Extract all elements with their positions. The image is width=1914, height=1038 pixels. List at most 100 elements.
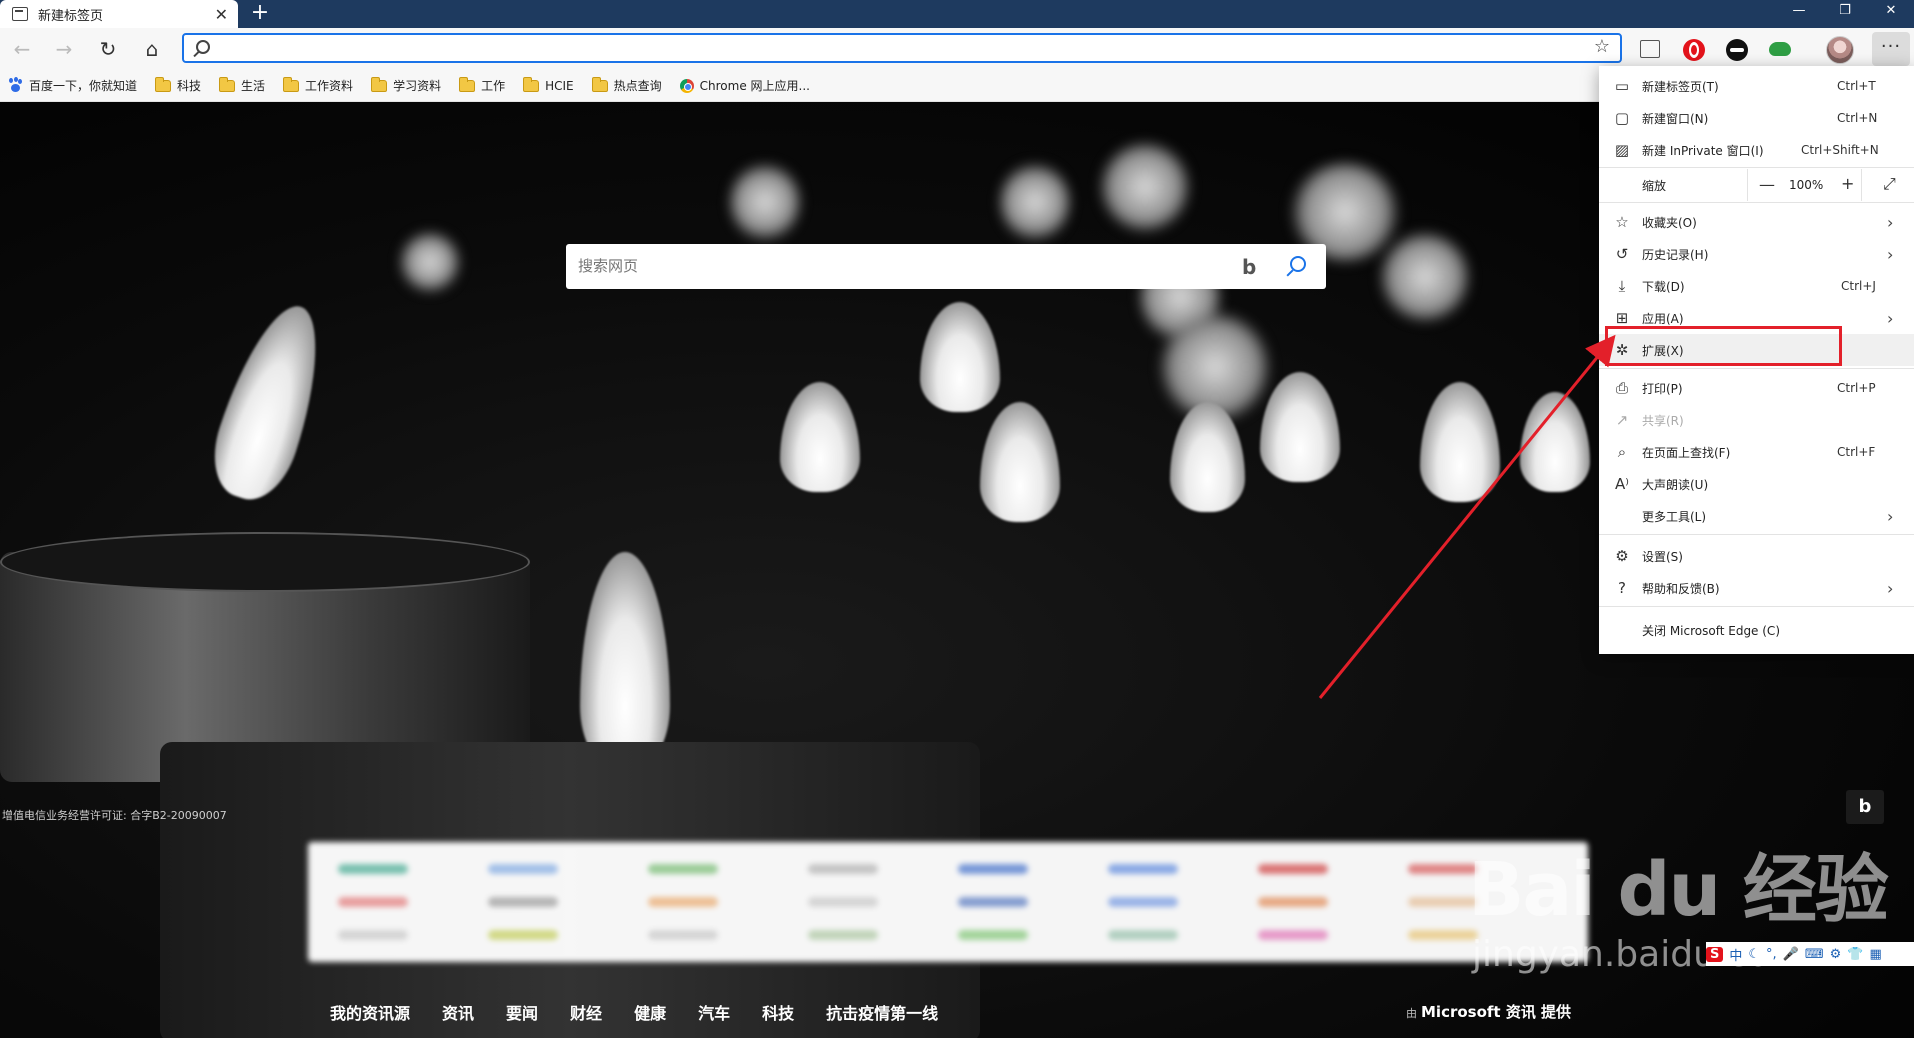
menu-new-window[interactable]: ▢ 新建窗口(N) Ctrl+N: [1599, 102, 1914, 134]
quick-link[interactable]: [338, 864, 408, 874]
news-tab-covid[interactable]: 抗击疫情第一线: [826, 1000, 938, 1024]
quick-link[interactable]: [488, 864, 558, 874]
new-window-icon: ▢: [1614, 109, 1630, 127]
favorite-star-icon[interactable]: ☆: [1594, 36, 1610, 57]
ime-mode-chinese[interactable]: 中: [1729, 945, 1742, 964]
news-tab-top[interactable]: 要闻: [506, 1000, 538, 1024]
menu-read-aloud[interactable]: A⁾ 大声朗读(U): [1599, 468, 1914, 500]
bookmark-folder-shenghuo[interactable]: 生活: [219, 76, 265, 94]
quick-link[interactable]: [958, 864, 1028, 874]
web-search-input[interactable]: [578, 255, 1218, 277]
microphone-icon[interactable]: 🎤: [1783, 947, 1799, 962]
search-icon: [196, 40, 210, 54]
restore-button[interactable]: ❐: [1822, 0, 1868, 28]
extension-green-icon[interactable]: [1769, 42, 1791, 56]
moon-icon[interactable]: ☾: [1748, 947, 1760, 962]
quick-link[interactable]: [648, 864, 718, 874]
folder-icon: [371, 76, 388, 92]
news-tab-tech[interactable]: 科技: [762, 1000, 794, 1024]
candle-flame: [201, 294, 339, 510]
menu-more-tools[interactable]: 更多工具(L) ›: [1599, 500, 1914, 532]
new-tab-icon: ▭: [1614, 77, 1630, 95]
quick-link[interactable]: [648, 897, 718, 907]
bookmark-folder-keji[interactable]: 科技: [155, 76, 201, 94]
new-tab-button[interactable]: +: [248, 1, 272, 25]
bookmark-folder-redian[interactable]: 热点查询: [591, 76, 662, 94]
menu-new-inprivate[interactable]: ▨ 新建 InPrivate 窗口(I) Ctrl+Shift+N: [1599, 134, 1914, 166]
quick-link[interactable]: [1108, 864, 1178, 874]
menu-find-on-page[interactable]: ⌕ 在页面上查找(F) Ctrl+F: [1599, 436, 1914, 468]
tab-new-tab[interactable]: 新建标签页 ✕: [0, 0, 238, 28]
menu-downloads[interactable]: ⤓ 下载(D) Ctrl+J: [1599, 270, 1914, 302]
news-tab-health[interactable]: 健康: [634, 1000, 666, 1024]
help-icon: ?: [1618, 579, 1626, 597]
zoom-divider: [1747, 169, 1748, 201]
bing-corner-button[interactable]: b: [1846, 790, 1884, 824]
menu-close-edge[interactable]: 关闭 Microsoft Edge (C): [1599, 614, 1914, 646]
share-icon: ↗: [1615, 411, 1629, 429]
settings-and-more-button[interactable]: ···: [1872, 32, 1910, 66]
back-button[interactable]: ←: [8, 36, 36, 64]
quick-link[interactable]: [958, 930, 1028, 940]
bookmark-chrome-store[interactable]: Chrome 网上应用...: [679, 77, 810, 94]
quick-link[interactable]: [1108, 897, 1178, 907]
minimize-button[interactable]: —: [1776, 0, 1822, 28]
quick-link[interactable]: [958, 897, 1028, 907]
menu-history[interactable]: ↺ 历史记录(H) ›: [1599, 238, 1914, 270]
bookmark-folder-xuexiziliao[interactable]: 学习资料: [371, 76, 441, 94]
punctuation-icon[interactable]: °,: [1766, 947, 1777, 962]
quick-link[interactable]: [808, 897, 878, 907]
quick-link[interactable]: [488, 930, 558, 940]
web-search-box[interactable]: b: [566, 244, 1326, 289]
browser-toolbar: ← → ↻ ⌂ ☆ ···: [0, 28, 1914, 70]
news-tab-my-feed[interactable]: 我的资讯源: [330, 1000, 410, 1024]
keyboard-icon[interactable]: ⌨: [1805, 947, 1824, 962]
quick-link[interactable]: [338, 897, 408, 907]
close-window-button[interactable]: ✕: [1868, 0, 1914, 28]
quick-link[interactable]: [1258, 897, 1328, 907]
news-tab-news[interactable]: 资讯: [442, 1000, 474, 1024]
quick-links-panel[interactable]: [308, 842, 1588, 962]
bookmark-folder-gongzuoziliao[interactable]: 工作资料: [283, 76, 353, 94]
menu-new-tab[interactable]: ▭ 新建标签页(T) Ctrl+T: [1599, 70, 1914, 102]
extension-black-icon[interactable]: [1726, 39, 1748, 61]
menu-favorites[interactable]: ☆ 收藏夹(O) ›: [1599, 206, 1914, 238]
search-button[interactable]: [1284, 255, 1306, 277]
forward-button[interactable]: →: [50, 36, 78, 64]
quick-link[interactable]: [1258, 864, 1328, 874]
toolbox-icon[interactable]: ▦: [1869, 947, 1881, 962]
address-bar[interactable]: ☆: [182, 33, 1622, 63]
skin-icon[interactable]: 👕: [1847, 947, 1863, 962]
address-input[interactable]: [222, 37, 1562, 59]
quick-link[interactable]: [808, 864, 878, 874]
menu-print[interactable]: ⎙ 打印(P) Ctrl+P: [1599, 372, 1914, 404]
news-tab-auto[interactable]: 汽车: [698, 1000, 730, 1024]
favorites-icon: ☆: [1615, 213, 1629, 231]
ime-settings-icon[interactable]: ⚙: [1830, 947, 1842, 962]
menu-settings[interactable]: ⚙ 设置(S): [1599, 540, 1914, 572]
zoom-in-button[interactable]: +: [1841, 174, 1854, 193]
quick-link[interactable]: [338, 930, 408, 940]
bokeh-light: [730, 162, 800, 242]
zoom-out-button[interactable]: —: [1759, 175, 1775, 194]
apps-icon: ⊞: [1615, 309, 1629, 327]
home-button[interactable]: ⌂: [138, 36, 166, 64]
news-tab-finance[interactable]: 财经: [570, 1000, 602, 1024]
bookmark-folder-hcie[interactable]: HCIE: [523, 76, 574, 93]
quick-link[interactable]: [488, 897, 558, 907]
collections-icon[interactable]: [1640, 40, 1660, 58]
tab-close-button[interactable]: ✕: [215, 5, 228, 24]
opera-extension-icon[interactable]: [1683, 39, 1705, 61]
menu-help-feedback[interactable]: ? 帮助和反馈(B) ›: [1599, 572, 1914, 604]
quick-link[interactable]: [808, 930, 878, 940]
quick-link[interactable]: [648, 930, 718, 940]
fullscreen-icon[interactable]: ⤢: [1883, 174, 1896, 194]
quick-link[interactable]: [1258, 930, 1328, 940]
refresh-button[interactable]: ↻: [94, 36, 122, 64]
bookmark-baidu[interactable]: 百度一下，你就知道: [8, 77, 137, 94]
bookmark-folder-gongzuo[interactable]: 工作: [459, 76, 505, 94]
profile-avatar[interactable]: [1826, 36, 1854, 64]
sogou-ime-icon[interactable]: S: [1706, 946, 1724, 962]
quick-link[interactable]: [1108, 930, 1178, 940]
bokeh-light: [1100, 142, 1190, 232]
